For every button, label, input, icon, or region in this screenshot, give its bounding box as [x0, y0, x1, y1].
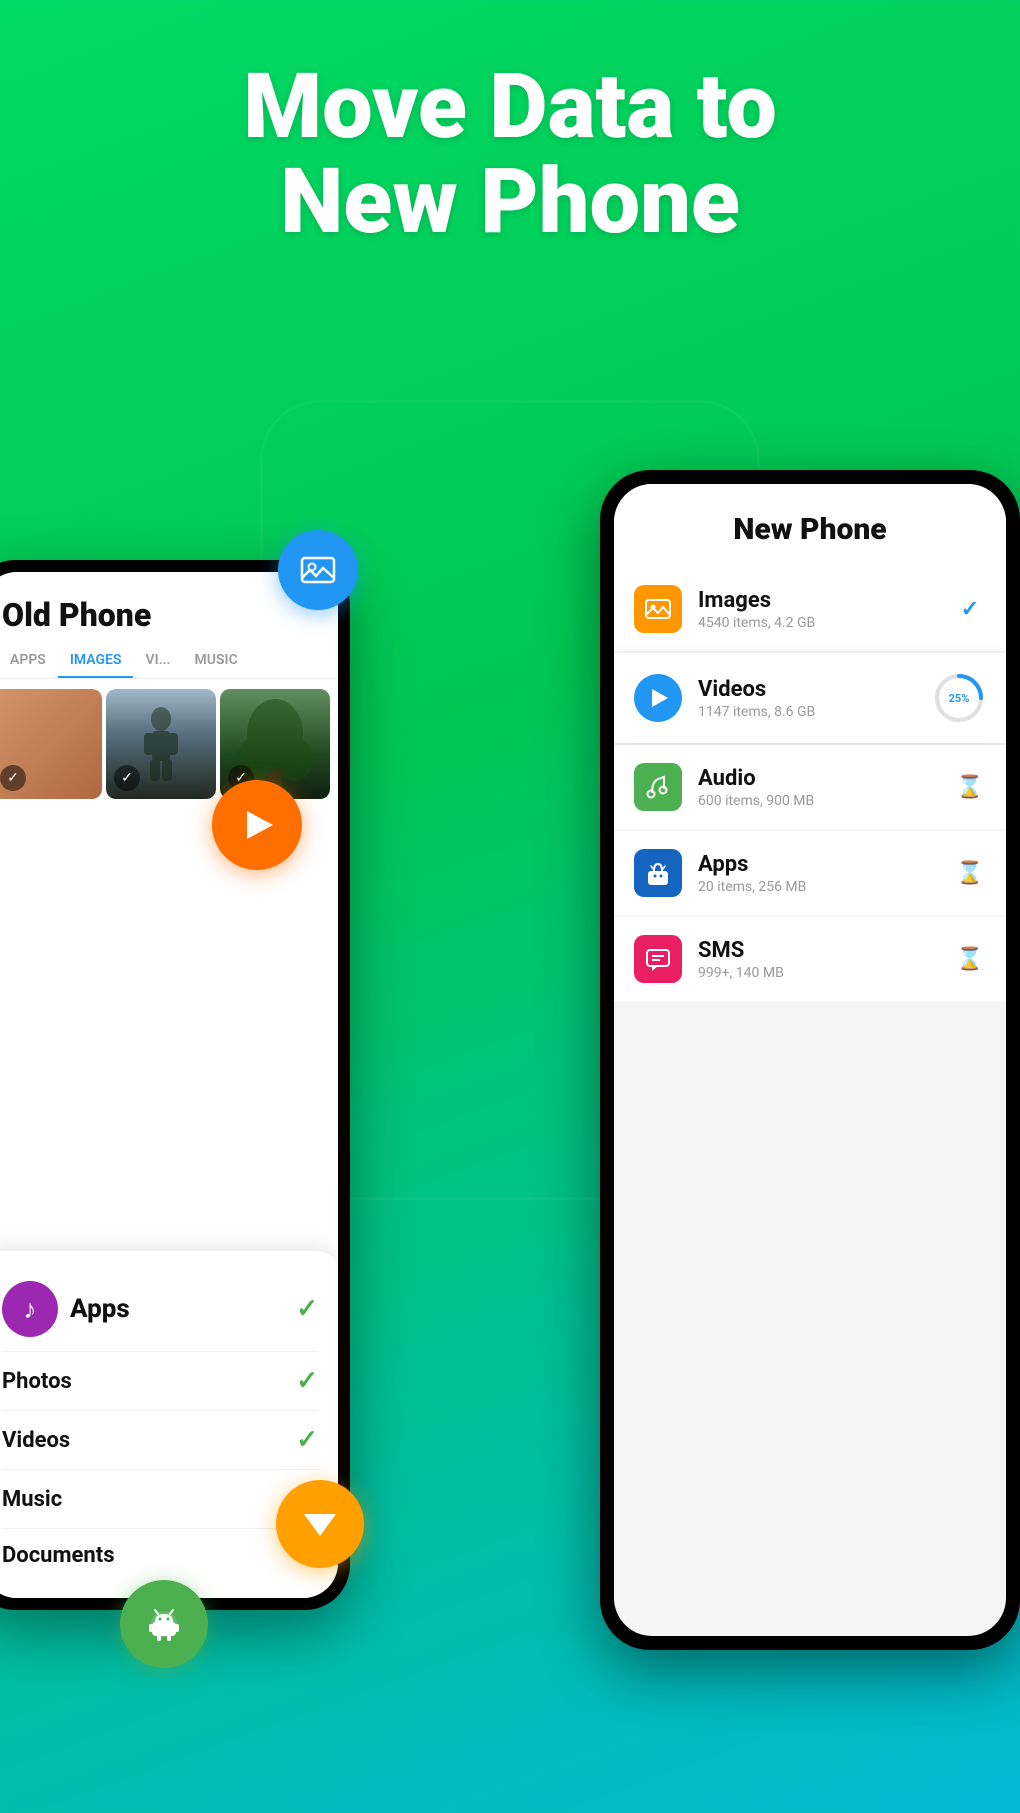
- videos-sub: 1147 items, 8.6 GB: [698, 704, 932, 720]
- tab-images[interactable]: IMAGES: [58, 644, 134, 678]
- images-icon: [634, 585, 682, 633]
- float-down-arrow: [276, 1480, 364, 1568]
- apps-status: ⌛: [954, 857, 986, 889]
- progress-percent: %: [961, 692, 969, 705]
- old-list-item-apps[interactable]: ♪ Apps ✓: [2, 1267, 318, 1352]
- audio-info: Audio 600 items, 900 MB: [698, 766, 954, 809]
- sms-name: SMS: [698, 938, 954, 963]
- new-list-item-images[interactable]: Images 4540 items, 4.2 GB ✓: [614, 567, 1006, 651]
- new-list-item-apps[interactable]: Apps 20 items, 256 MB ⌛: [614, 831, 1006, 915]
- float-photo-icon: [278, 530, 358, 610]
- new-phone-title: New Phone: [614, 484, 1006, 567]
- videos-progress: 25%: [932, 671, 986, 725]
- old-phone-frame: Old Phone APPS IMAGES VI... MUSIC: [0, 560, 350, 1610]
- videos-info: Videos 1147 items, 8.6 GB: [698, 677, 932, 720]
- old-list-item-photos[interactable]: Photos ✓: [2, 1352, 318, 1411]
- images-name: Images: [698, 588, 954, 613]
- images-sub: 4540 items, 4.2 GB: [698, 615, 954, 631]
- image-thumb-mountain[interactable]: ✓: [106, 689, 216, 799]
- apps-music-icon: ♪: [2, 1281, 58, 1337]
- image-thumb-forest[interactable]: ✓: [220, 689, 330, 799]
- sms-info: SMS 999+, 140 MB: [698, 938, 954, 981]
- apps-check: ✓: [296, 1294, 318, 1324]
- apps-sub: 20 items, 256 MB: [698, 879, 954, 895]
- apps-info: Apps 20 items, 256 MB: [698, 852, 954, 895]
- apps-name: Apps: [698, 852, 954, 877]
- image-thumb-face[interactable]: ✓: [0, 689, 102, 799]
- old-list-item-music[interactable]: Music ✓: [2, 1470, 318, 1529]
- tab-apps[interactable]: APPS: [0, 644, 58, 678]
- progress-label: 25: [949, 692, 962, 705]
- sms-status: ⌛: [954, 943, 986, 975]
- new-list-item-videos[interactable]: Videos 1147 items, 8.6 GB 25%: [614, 653, 1006, 743]
- float-android-icon: [120, 1580, 208, 1668]
- hero-line1: Move Data to: [60, 60, 960, 155]
- hero-line2: New Phone: [60, 155, 960, 250]
- sms-icon: [634, 935, 682, 983]
- new-phone-list: Images 4540 items, 4.2 GB ✓ V: [614, 567, 1006, 1001]
- videos-icon: [634, 674, 682, 722]
- photos-check: ✓: [296, 1366, 318, 1396]
- sms-sub: 999+, 140 MB: [698, 965, 954, 981]
- audio-status: ⌛: [954, 771, 986, 803]
- audio-sub: 600 items, 900 MB: [698, 793, 954, 809]
- new-phone-screen: New Phone Images 4540 items, 4.2 GB: [614, 484, 1006, 1636]
- images-check: ✓: [954, 593, 986, 625]
- hero-title: Move Data to New Phone: [0, 60, 1020, 249]
- old-list-item-videos[interactable]: Videos ✓: [2, 1411, 318, 1470]
- videos-check: ✓: [296, 1425, 318, 1455]
- new-list-item-audio[interactable]: Audio 600 items, 900 MB ⌛: [614, 745, 1006, 829]
- apps-icon: [634, 849, 682, 897]
- images-info: Images 4540 items, 4.2 GB: [698, 588, 954, 631]
- audio-name: Audio: [698, 766, 954, 791]
- old-phone-screen: Old Phone APPS IMAGES VI... MUSIC: [0, 572, 338, 1598]
- float-play-icon: [212, 780, 302, 870]
- videos-name: Videos: [698, 677, 932, 702]
- check-mountain: ✓: [114, 765, 140, 791]
- old-phone-tabs: APPS IMAGES VI... MUSIC: [0, 644, 338, 679]
- tab-videos[interactable]: VI...: [133, 644, 182, 678]
- new-phone-frame: New Phone Images 4540 items, 4.2 GB: [600, 470, 1020, 1650]
- new-list-item-sms[interactable]: SMS 999+, 140 MB ⌛: [614, 917, 1006, 1001]
- new-phone-wrapper: New Phone Images 4540 items, 4.2 GB: [600, 470, 1020, 1670]
- old-list-item-documents[interactable]: Documents: [2, 1529, 318, 1582]
- tab-music[interactable]: MUSIC: [183, 644, 250, 678]
- check-face: ✓: [0, 765, 26, 791]
- audio-icon: [634, 763, 682, 811]
- old-images-grid: ✓ ✓: [0, 679, 338, 809]
